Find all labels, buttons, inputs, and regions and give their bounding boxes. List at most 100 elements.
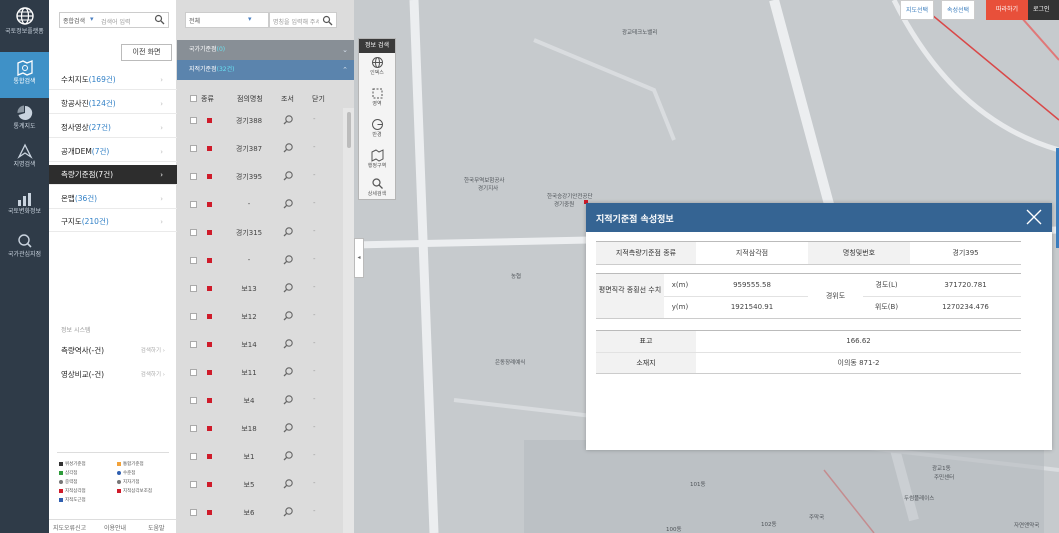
table-row[interactable]: 보12 - — [177, 304, 343, 329]
close-dash[interactable]: - — [313, 255, 316, 263]
row-checkbox[interactable] — [190, 481, 197, 488]
login-button[interactable]: 로그인 — [1028, 0, 1059, 20]
close-dash[interactable]: - — [313, 479, 316, 487]
search-type-select[interactable]: 종합검색 — [63, 16, 85, 25]
map-select-button[interactable]: 지도선택 — [900, 0, 935, 20]
close-dash[interactable]: - — [313, 199, 316, 207]
row-checkbox[interactable] — [190, 341, 197, 348]
platform-logo[interactable]: 국토정보플랫폼 — [0, 6, 49, 46]
detail-search-tool[interactable]: 상세검색 — [359, 177, 395, 197]
zoom-icon[interactable] — [283, 254, 294, 265]
prev-screen-button[interactable]: 이전 화면 — [121, 44, 172, 61]
usage-guide-link[interactable]: 이용안내 — [104, 523, 126, 532]
select-all-checkbox[interactable] — [190, 95, 197, 102]
close-dash[interactable]: - — [313, 367, 316, 375]
table-row[interactable]: 보1 - — [177, 444, 343, 469]
row-checkbox[interactable] — [190, 369, 197, 376]
table-row[interactable]: 경기387 - — [177, 136, 343, 161]
filter-select[interactable]: 전체 — [189, 16, 200, 25]
index-tool[interactable]: 인덱스 — [359, 56, 395, 76]
close-dash[interactable]: - — [313, 451, 316, 459]
nav-item-land-change[interactable]: 국토변화정보 — [0, 192, 49, 224]
category-item-control-point[interactable]: 측량기준점(7건) › — [49, 165, 177, 185]
zoom-icon[interactable] — [283, 170, 294, 181]
nav-item-integrated-search[interactable]: 통합검색 — [0, 52, 49, 98]
close-dash[interactable]: - — [313, 227, 316, 235]
table-row[interactable]: 경기315 - — [177, 220, 343, 245]
zoom-icon[interactable] — [283, 114, 294, 125]
zoom-icon[interactable] — [283, 142, 294, 153]
image-compare-item[interactable]: 영상비교(-건) 검색하기 › — [49, 364, 177, 386]
row-checkbox[interactable] — [190, 257, 197, 264]
close-dash[interactable]: - — [313, 311, 316, 319]
search-icon[interactable] — [154, 14, 165, 25]
row-checkbox[interactable] — [190, 397, 197, 404]
zoom-icon[interactable] — [283, 478, 294, 489]
national-point-bar[interactable]: 국가기준점(0) ⌄ — [177, 40, 354, 60]
table-row[interactable]: 보18 - — [177, 416, 343, 441]
search-link[interactable]: 검색하기 › — [141, 364, 165, 386]
row-checkbox[interactable] — [190, 425, 197, 432]
name-search-button[interactable] — [319, 12, 337, 28]
nav-item-stat-map[interactable]: 통계지도 — [0, 105, 49, 137]
chevron-down-icon[interactable]: ⌄ — [342, 40, 348, 60]
zoom-icon[interactable] — [283, 282, 294, 293]
zoom-icon[interactable] — [283, 506, 294, 517]
chevron-down-icon[interactable]: ▾ — [90, 15, 94, 23]
table-row[interactable]: 보5 - — [177, 472, 343, 497]
row-checkbox[interactable] — [190, 201, 197, 208]
close-dash[interactable]: - — [313, 115, 316, 123]
filter-select-box[interactable]: 전체 ▾ — [185, 12, 269, 28]
category-item-dem[interactable]: 공개DEM(7건) › — [49, 142, 177, 162]
survey-history-item[interactable]: 측량역사(-건) 검색하기 › — [49, 340, 177, 362]
row-checkbox[interactable] — [190, 509, 197, 516]
zoom-icon[interactable] — [283, 310, 294, 321]
table-row[interactable]: 보13 - — [177, 276, 343, 301]
table-row[interactable]: -- — [177, 192, 343, 217]
table-row[interactable]: -- — [177, 248, 343, 273]
table-row[interactable]: 보4 - — [177, 388, 343, 413]
panel-collapse-toggle[interactable]: ◂ — [354, 238, 364, 278]
attr-select-button[interactable]: 속성선택 — [941, 0, 976, 20]
result-scrollbar[interactable] — [343, 108, 354, 533]
close-dash[interactable]: - — [313, 395, 316, 403]
search-input[interactable]: 검색어 입력 — [101, 17, 131, 26]
zoom-icon[interactable] — [283, 366, 294, 377]
chevron-up-icon[interactable]: ⌃ — [342, 60, 348, 80]
close-dash[interactable]: - — [313, 171, 316, 179]
error-report-link[interactable]: 지도오류신고 — [53, 523, 86, 532]
admin-area-tool[interactable]: 행정구역 — [359, 149, 395, 169]
zoom-icon[interactable] — [283, 422, 294, 433]
table-row[interactable]: 보11 - — [177, 360, 343, 385]
table-row[interactable]: 보6 - — [177, 500, 343, 525]
table-row[interactable]: 경기388 - — [177, 108, 343, 133]
zoom-icon[interactable] — [283, 226, 294, 237]
area-tool[interactable]: 영역 — [359, 87, 395, 107]
close-dash[interactable]: - — [313, 423, 316, 431]
table-row[interactable]: 보14 - — [177, 332, 343, 357]
zoom-icon[interactable] — [283, 394, 294, 405]
radius-tool[interactable]: 반경 — [359, 118, 395, 138]
row-checkbox[interactable] — [190, 229, 197, 236]
nav-item-place-search[interactable]: 지명검색 — [0, 143, 49, 175]
zoom-icon[interactable] — [283, 338, 294, 349]
row-checkbox[interactable] — [190, 117, 197, 124]
nav-item-poi[interactable]: 국가관심지점 — [0, 233, 49, 265]
close-dash[interactable]: - — [313, 283, 316, 291]
follow-button[interactable]: 따라하기 — [986, 0, 1028, 20]
row-checkbox[interactable] — [190, 173, 197, 180]
row-checkbox[interactable] — [190, 285, 197, 292]
row-checkbox[interactable] — [190, 145, 197, 152]
search-link[interactable]: 검색하기 › — [141, 340, 165, 362]
row-checkbox[interactable] — [190, 313, 197, 320]
category-item-onmap[interactable]: 온맵(36건) › — [49, 189, 177, 209]
scrollbar-thumb[interactable] — [347, 112, 351, 148]
zoom-icon[interactable] — [283, 198, 294, 209]
close-dash[interactable]: - — [313, 507, 316, 515]
row-checkbox[interactable] — [190, 453, 197, 460]
category-item-orthophoto[interactable]: 정사영상(27건) › — [49, 118, 177, 138]
close-dash[interactable]: - — [313, 339, 316, 347]
category-item-digital-map[interactable]: 수치지도(169건) › — [49, 70, 177, 90]
table-row[interactable]: 경기395 - — [177, 164, 343, 189]
help-link[interactable]: 도움말 — [148, 523, 165, 532]
